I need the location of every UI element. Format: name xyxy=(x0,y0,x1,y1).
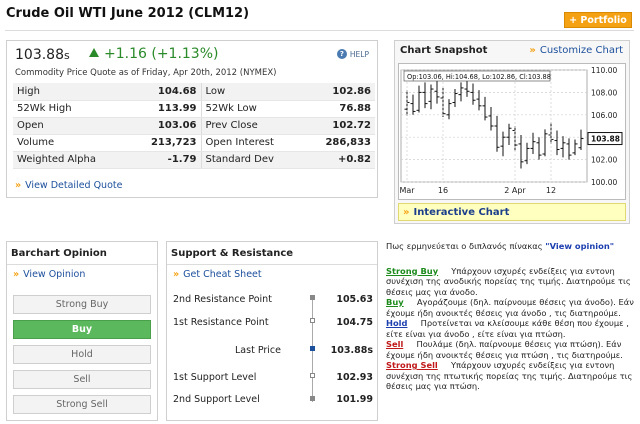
opinion-legend: Πως ερμηνεύεται ο διπλανός πίνακας "View… xyxy=(386,241,638,392)
resistance-1-row: 1st Resistance Point 104.75 xyxy=(173,317,373,328)
quote-value: 103.06 xyxy=(128,117,201,135)
quote-value: +0.82 xyxy=(303,151,375,169)
quote-value: 213,723 xyxy=(128,134,201,152)
quote-row: Weighted Alpha -1.79 Standard Dev +0.82 xyxy=(13,151,375,169)
legend-strong-buy: Strong Buy Υπάρχουν ισχυρές ενδείξεις γι… xyxy=(386,265,631,297)
quote-label: Low xyxy=(200,83,304,101)
last-price-row: Last Price 103.88s xyxy=(235,345,373,356)
up-arrow-icon xyxy=(89,48,99,57)
resistance-2-row: 2nd Resistance Point 105.63 xyxy=(173,294,373,305)
y-tick-label: 110.00 xyxy=(591,66,617,75)
chevron-right-icon: » xyxy=(13,269,20,280)
quote-row: Volume 213,723 Open Interest 286,833 xyxy=(13,134,375,152)
page-title: Crude Oil WTI June 2012 (CLM12) xyxy=(6,6,250,21)
y-tick-label: 108.00 xyxy=(591,88,617,97)
quote-row: 52Wk High 113.99 52Wk Low 76.88 xyxy=(13,100,375,118)
legend-hold: Hold Προτείνεται να κλείσουμε κάθε θέση … xyxy=(386,318,629,339)
chart-snapshot-panel: Chart Snapshot » Customize Chart 110.00 10… xyxy=(394,40,630,224)
legend-strong-sell: Strong Sell Υπάρχουν ισχυρές ενδείξεις γ… xyxy=(386,360,633,391)
view-detailed-quote-link[interactable]: » View Detailed Quote xyxy=(15,180,122,191)
get-cheat-sheet-link[interactable]: » Get Cheat Sheet xyxy=(173,269,262,280)
quote-timestamp: Commodity Price Quote as of Friday, Apr … xyxy=(15,68,277,78)
barchart-opinion-panel: Barchart Opinion » View Opinion Strong Bu… xyxy=(6,241,158,421)
help-link[interactable]: ? HELP xyxy=(336,49,369,59)
legend-buy: Buy Αγοράζουμε (δηλ. παίρνουμε θέσεις γι… xyxy=(386,297,634,318)
sr-marker xyxy=(310,373,315,378)
quote-value: -1.79 xyxy=(128,151,201,169)
quote-label: Prev Close xyxy=(200,117,304,135)
title-divider xyxy=(5,30,634,31)
plot-frame xyxy=(400,69,588,183)
quote-label: Standard Dev xyxy=(200,151,304,169)
opinion-strong-buy[interactable]: Strong Buy xyxy=(13,295,151,314)
chevron-right-icon: » xyxy=(15,180,22,191)
x-tick-label: 2 Apr xyxy=(504,186,526,195)
x-tick-label: 12 xyxy=(546,186,556,195)
x-tick-label: 16 xyxy=(438,186,448,195)
quote-label: Volume xyxy=(13,134,129,152)
support-2-row: 2nd Support Level 101.99 xyxy=(173,394,373,405)
support-divider xyxy=(167,264,377,265)
quote-label: High xyxy=(13,83,129,101)
chevron-right-icon: » xyxy=(529,45,536,56)
quote-label: 52Wk High xyxy=(13,100,129,118)
quote-value: 104.68 xyxy=(128,83,201,101)
legend-sell: Sell Πουλάμε (δηλ. παίρνουμε θέσεις για … xyxy=(386,339,623,360)
quote-label: Weighted Alpha xyxy=(13,151,129,169)
price-chart[interactable]: 110.00108.00106.00104.00102.00100.00Mar1… xyxy=(398,63,626,200)
quote-row: High 104.68 Low 102.86 xyxy=(13,83,375,101)
quote-value: 286,833 xyxy=(303,134,375,152)
opinion-sell[interactable]: Sell xyxy=(13,370,151,389)
legend-intro: Πως ερμηνεύεται ο διπλανός πίνακας "View… xyxy=(386,241,615,251)
last-price: 103.88s xyxy=(15,47,70,63)
customize-chart-link[interactable]: » Customize Chart xyxy=(529,45,623,56)
interactive-chart-link[interactable]: » Interactive Chart xyxy=(398,203,626,221)
quote-label: Open xyxy=(13,117,129,135)
x-tick-label: Mar xyxy=(399,186,415,195)
quote-value: 76.88 xyxy=(303,100,375,118)
price-change: +1.16 (+1.13%) xyxy=(89,46,218,62)
chart-snapshot-title: Chart Snapshot xyxy=(400,45,488,56)
y-tick-label: 100.00 xyxy=(591,178,617,187)
y-tick-label: 102.00 xyxy=(591,156,617,165)
support-resistance-title: Support & Resistance xyxy=(171,248,294,259)
y-tick-label: 106.00 xyxy=(591,111,617,120)
help-icon: ? xyxy=(336,49,347,59)
chevron-right-icon: » xyxy=(403,206,410,218)
opinion-title: Barchart Opinion xyxy=(11,248,107,259)
quote-label: Open Interest xyxy=(200,134,304,152)
ohlc-chart-svg: 110.00108.00106.00104.00102.00100.00Mar1… xyxy=(399,66,623,195)
sr-marker xyxy=(310,396,315,401)
opinion-divider xyxy=(7,264,157,265)
sr-marker xyxy=(310,318,315,323)
ohlc-readout: Op:103.06, Hi:104.68, Lo:102.86, Cl:103.… xyxy=(407,73,551,81)
support-1-row: 1st Support Level 102.93 xyxy=(173,372,373,383)
opinion-hold[interactable]: Hold xyxy=(13,345,151,364)
quote-label: 52Wk Low xyxy=(200,100,304,118)
support-resistance-panel: Support & Resistance » Get Cheat Sheet 2n… xyxy=(166,241,378,421)
quote-panel: 103.88s +1.16 (+1.13%) ? HELP Commodity P… xyxy=(6,40,378,198)
quote-value: 102.86 xyxy=(303,83,375,101)
quote-value: 102.72 xyxy=(303,117,375,135)
sr-marker xyxy=(310,295,315,300)
chevron-right-icon: » xyxy=(173,269,180,280)
opinion-strong-sell[interactable]: Strong Sell xyxy=(13,395,151,414)
view-opinion-link[interactable]: » View Opinion xyxy=(13,269,85,280)
quote-table: High 104.68 Low 102.86 52Wk High 113.99 52Wk L… xyxy=(13,83,375,169)
add-portfolio-button[interactable]: + Portfolio xyxy=(564,12,632,28)
quote-row: Open 103.06 Prev Close 102.72 xyxy=(13,117,375,135)
last-price-label: 103.88 xyxy=(591,135,620,144)
sr-marker-current xyxy=(310,346,315,351)
quote-value: 113.99 xyxy=(128,100,201,118)
opinion-buy[interactable]: Buy xyxy=(13,320,151,339)
